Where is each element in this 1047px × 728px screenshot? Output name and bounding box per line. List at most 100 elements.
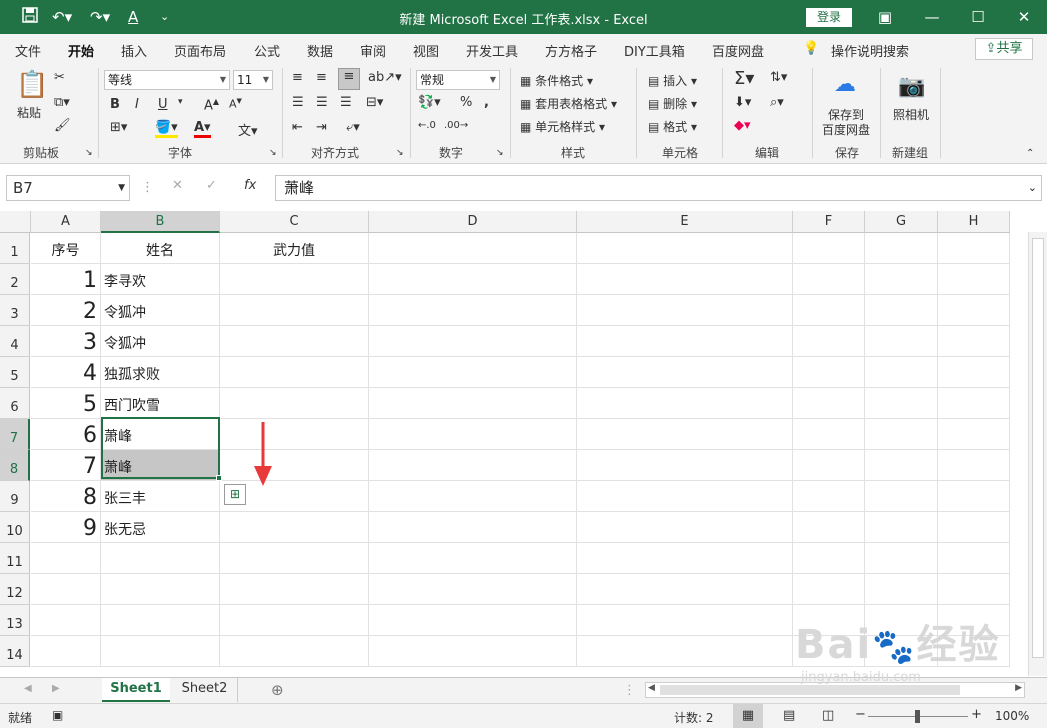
scroll-tabs-left-icon[interactable]: ◀	[24, 683, 32, 694]
empty-cell[interactable]	[865, 543, 938, 574]
row-header[interactable]: 11	[0, 543, 30, 574]
collapse-ribbon-icon[interactable]: ⌃	[1026, 148, 1034, 159]
empty-cell[interactable]	[793, 512, 865, 543]
empty-cell[interactable]	[865, 388, 938, 419]
column-header-H[interactable]: H	[938, 211, 1010, 233]
empty-cell[interactable]	[938, 357, 1010, 388]
column-header-G[interactable]: G	[865, 211, 938, 233]
maximize-icon[interactable]: ☐	[966, 6, 990, 28]
vertical-scrollbar[interactable]	[1028, 232, 1047, 676]
decrease-font-size-icon[interactable]: A▼	[229, 97, 242, 111]
conditional-formatting-button[interactable]: ▦ 条件格式 ▾	[520, 72, 593, 89]
font-color-icon[interactable]: A▾	[194, 120, 211, 138]
cell-C4[interactable]	[220, 326, 369, 357]
delete-cells-button[interactable]: ▤ 删除 ▾	[648, 95, 697, 112]
cell-C6[interactable]	[220, 388, 369, 419]
cell-A1[interactable]: 序号	[31, 233, 101, 264]
find-select-icon[interactable]: ⌕▾	[770, 95, 784, 110]
empty-cell[interactable]	[865, 357, 938, 388]
lightbulb-icon[interactable]: 💡	[803, 41, 819, 56]
align-top-icon[interactable]: ≡	[292, 70, 303, 85]
tab-review[interactable]: 审阅	[360, 41, 386, 60]
tab-developer[interactable]: 开发工具	[466, 41, 518, 60]
empty-cell[interactable]	[938, 512, 1010, 543]
row-header[interactable]: 12	[0, 574, 30, 605]
paste-icon[interactable]: 📋	[16, 70, 48, 100]
cell-B13[interactable]	[101, 605, 220, 636]
empty-cell[interactable]	[938, 636, 1010, 667]
zoom-slider-thumb[interactable]	[915, 710, 920, 723]
minimize-icon[interactable]: —	[920, 6, 944, 28]
phonetic-guide-icon[interactable]: 文▾	[238, 120, 258, 139]
empty-cell[interactable]	[793, 357, 865, 388]
share-button[interactable]: ⇪共享	[975, 38, 1033, 60]
cell-A12[interactable]	[31, 574, 101, 605]
cell-B2[interactable]: 李寻欢	[101, 264, 220, 295]
empty-cell[interactable]	[369, 419, 577, 450]
empty-cell[interactable]	[865, 512, 938, 543]
macro-record-icon[interactable]: ▣	[52, 708, 63, 722]
empty-cell[interactable]	[577, 388, 793, 419]
row-header[interactable]: 13	[0, 605, 30, 636]
select-all-corner[interactable]	[0, 211, 31, 233]
column-header-B[interactable]: B	[101, 211, 220, 233]
tab-page-layout[interactable]: 页面布局	[174, 41, 226, 60]
normal-view-icon[interactable]: ▦	[733, 704, 763, 728]
page-layout-view-icon[interactable]: ▤	[783, 708, 795, 723]
empty-cell[interactable]	[793, 543, 865, 574]
cell-B12[interactable]	[101, 574, 220, 605]
paste-button[interactable]: 粘贴	[17, 104, 41, 121]
camera-button[interactable]: 照相机	[893, 106, 929, 123]
number-launcher-icon[interactable]: ↘	[496, 148, 504, 158]
horizontal-scrollbar[interactable]: ◀ ▶	[645, 682, 1025, 698]
wrap-text-icon[interactable]: ⤶▾	[346, 120, 360, 135]
empty-cell[interactable]	[577, 512, 793, 543]
empty-cell[interactable]	[938, 264, 1010, 295]
cell-A7[interactable]: 6	[31, 419, 101, 450]
empty-cell[interactable]	[369, 357, 577, 388]
sort-filter-icon[interactable]: ⇅▾	[770, 70, 787, 85]
tab-view[interactable]: 视图	[413, 41, 439, 60]
empty-cell[interactable]	[577, 605, 793, 636]
empty-cell[interactable]	[793, 450, 865, 481]
zoom-level[interactable]: 100%	[995, 709, 1029, 723]
quick-analysis-icon[interactable]: ⊞	[224, 484, 246, 505]
tab-formulas[interactable]: 公式	[254, 41, 280, 60]
empty-cell[interactable]	[577, 233, 793, 264]
cut-icon[interactable]: ✂	[54, 70, 65, 85]
column-header-F[interactable]: F	[793, 211, 865, 233]
empty-cell[interactable]	[938, 295, 1010, 326]
empty-cell[interactable]	[865, 481, 938, 512]
empty-cell[interactable]	[577, 264, 793, 295]
zoom-out-icon[interactable]: −	[855, 707, 866, 722]
empty-cell[interactable]	[369, 295, 577, 326]
empty-cell[interactable]	[793, 574, 865, 605]
fill-handle[interactable]	[216, 475, 222, 481]
cell-A5[interactable]: 4	[31, 357, 101, 388]
cell-C8[interactable]	[220, 450, 369, 481]
increase-font-size-icon[interactable]: A▲	[204, 97, 219, 113]
empty-cell[interactable]	[865, 450, 938, 481]
decrease-indent-icon[interactable]: ⇤	[292, 120, 303, 135]
empty-cell[interactable]	[369, 264, 577, 295]
close-icon[interactable]: ✕	[1012, 6, 1036, 28]
empty-cell[interactable]	[369, 233, 577, 264]
empty-cell[interactable]	[793, 233, 865, 264]
column-header-D[interactable]: D	[369, 211, 577, 233]
empty-cell[interactable]	[369, 388, 577, 419]
column-header-A[interactable]: A	[31, 211, 101, 233]
empty-cell[interactable]	[793, 605, 865, 636]
empty-cell[interactable]	[938, 605, 1010, 636]
empty-cell[interactable]	[793, 326, 865, 357]
cell-C14[interactable]	[220, 636, 369, 667]
accounting-format-icon[interactable]: 💱▾	[418, 95, 441, 110]
empty-cell[interactable]	[938, 450, 1010, 481]
empty-cell[interactable]	[577, 295, 793, 326]
cell-C13[interactable]	[220, 605, 369, 636]
empty-cell[interactable]	[865, 419, 938, 450]
scroll-tabs-right-icon[interactable]: ▶	[52, 683, 60, 694]
format-cells-button[interactable]: ▤ 格式 ▾	[648, 118, 697, 135]
cell-C3[interactable]	[220, 295, 369, 326]
empty-cell[interactable]	[369, 574, 577, 605]
empty-cell[interactable]	[793, 295, 865, 326]
